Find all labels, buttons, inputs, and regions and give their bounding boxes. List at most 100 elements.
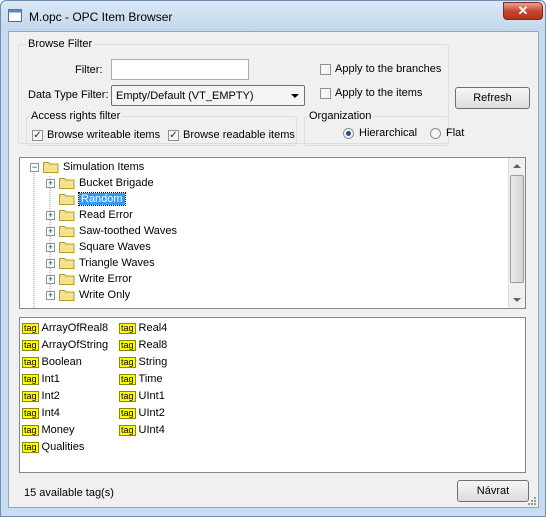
list-item[interactable]: tag Int2 — [22, 388, 60, 404]
expand-icon[interactable]: + — [46, 226, 55, 236]
folder-icon — [59, 290, 75, 301]
window: M.opc - OPC Item Browser ✕ Browse Filter… — [0, 0, 546, 517]
tag-icon: tag — [22, 390, 39, 402]
flat-radio[interactable]: Flat — [430, 127, 464, 139]
browse-writeable-label: Browse writeable items — [47, 129, 161, 141]
browse-filter-label: Browse Filter — [26, 38, 95, 50]
tag-list[interactable]: tag ArrayOfReal8 tag ArrayOfString tag Bool… — [19, 317, 526, 473]
tag-icon: tag — [119, 339, 136, 351]
data-type-filter-select[interactable]: Empty/Default (VT_EMPTY) — [111, 85, 305, 106]
tag-icon: tag — [119, 390, 136, 402]
list-item[interactable]: tag Qualities — [22, 439, 84, 455]
browse-writeable-checkbox[interactable]: ✓ Browse writeable items — [32, 129, 160, 141]
back-button[interactable]: Návrat — [457, 480, 529, 502]
tag-icon: tag — [119, 424, 136, 436]
list-item[interactable]: tag UInt2 — [119, 405, 165, 421]
list-item[interactable]: tag UInt4 — [119, 422, 165, 438]
tag-icon: tag — [22, 322, 39, 334]
organization-label: Organization — [307, 110, 374, 122]
scroll-up-icon[interactable] — [513, 164, 521, 168]
folder-icon — [59, 242, 75, 253]
tree-node-bucket-brigade[interactable]: + Bucket Brigade — [46, 175, 154, 191]
checkbox-box[interactable] — [320, 63, 331, 75]
tag-icon: tag — [119, 322, 136, 334]
hierarchical-label: Hierarchical — [359, 127, 418, 139]
tag-icon: tag — [119, 407, 136, 419]
list-item[interactable]: tag String — [119, 354, 167, 370]
list-item[interactable]: tag Real4 — [119, 320, 167, 336]
tree-node-saw-toothed-waves[interactable]: + Saw-toothed Waves — [46, 223, 177, 239]
apply-branches-label: Apply to the branches — [335, 63, 442, 75]
refresh-button[interactable]: Refresh — [455, 87, 530, 109]
folder-open-icon — [59, 194, 75, 205]
list-item[interactable]: tag Int1 — [22, 371, 60, 387]
tree-node-root[interactable]: − Simulation Items — [30, 159, 144, 175]
folder-icon — [59, 226, 75, 237]
checkmark-icon[interactable]: ✓ — [32, 129, 43, 141]
radio-selected-icon[interactable] — [343, 127, 354, 139]
checkbox-box[interactable] — [320, 87, 331, 99]
collapse-icon[interactable]: − — [30, 162, 39, 172]
namespace-tree[interactable]: − Simulation Items + Bucket Brigade Rand… — [19, 157, 526, 309]
tree-node-label: Simulation Items — [63, 161, 145, 173]
tree-vertical-scrollbar[interactable] — [508, 158, 525, 308]
tree-node-label: Saw-toothed Waves — [79, 225, 178, 237]
list-item[interactable]: tag Money — [22, 422, 75, 438]
tree-node-label: Bucket Brigade — [79, 177, 154, 189]
expand-icon[interactable]: + — [46, 178, 55, 188]
scroll-down-icon[interactable] — [513, 298, 521, 302]
tag-icon: tag — [22, 373, 39, 385]
tree-node-label: Triangle Waves — [79, 257, 155, 269]
filter-input[interactable] — [111, 59, 249, 80]
tree-node-label: Square Waves — [79, 241, 151, 253]
data-type-filter-label: Data Type Filter: — [28, 89, 109, 101]
apply-items-label: Apply to the items — [335, 87, 423, 99]
close-button[interactable]: ✕ — [503, 2, 543, 20]
list-item[interactable]: tag ArrayOfString — [22, 337, 108, 353]
browse-readable-label: Browse readable items — [183, 129, 295, 141]
expand-icon[interactable]: + — [46, 274, 55, 284]
tag-icon: tag — [22, 441, 39, 453]
browse-readable-checkbox[interactable]: ✓ Browse readable items — [168, 129, 295, 141]
radio-unselected-icon[interactable] — [430, 127, 441, 139]
folder-icon — [59, 258, 75, 269]
app-window-icon — [8, 9, 22, 22]
tree-node-write-only[interactable]: + Write Only — [46, 287, 130, 303]
list-item[interactable]: tag UInt1 — [119, 388, 165, 404]
window-title: M.opc - OPC Item Browser — [29, 10, 173, 24]
folder-open-icon — [43, 162, 59, 173]
dialog-client-area: Browse Filter Filter: Data Type Filter: … — [8, 31, 539, 508]
expand-icon[interactable]: + — [46, 210, 55, 220]
flat-label: Flat — [446, 127, 465, 139]
scroll-thumb[interactable] — [510, 175, 524, 283]
folder-icon — [59, 178, 75, 189]
status-text: 15 available tag(s) — [24, 487, 114, 499]
access-rights-label: Access rights filter — [29, 110, 123, 122]
tree-node-random[interactable]: Random — [46, 191, 126, 207]
tree-node-label: Write Only — [79, 289, 131, 301]
tree-node-label: Read Error — [79, 209, 133, 221]
tag-icon: tag — [22, 407, 39, 419]
data-type-filter-value: Empty/Default (VT_EMPTY) — [116, 90, 254, 102]
tree-node-read-error[interactable]: + Read Error — [46, 207, 133, 223]
expand-icon[interactable]: + — [46, 242, 55, 252]
list-item[interactable]: tag ArrayOfReal8 — [22, 320, 108, 336]
hierarchical-radio[interactable]: Hierarchical — [343, 127, 417, 139]
expand-icon[interactable]: + — [46, 290, 55, 300]
tree-node-square-waves[interactable]: + Square Waves — [46, 239, 151, 255]
apply-branches-checkbox[interactable]: Apply to the branches — [320, 63, 441, 75]
title-bar[interactable]: M.opc - OPC Item Browser ✕ — [1, 1, 545, 31]
expand-icon[interactable]: + — [46, 258, 55, 268]
tag-icon: tag — [119, 373, 136, 385]
resize-grip-icon[interactable] — [527, 496, 537, 506]
list-item[interactable]: tag Int4 — [22, 405, 60, 421]
checkmark-icon[interactable]: ✓ — [168, 129, 179, 141]
tree-node-write-error[interactable]: + Write Error — [46, 271, 132, 287]
filter-label: Filter: — [75, 64, 103, 76]
list-item[interactable]: tag Boolean — [22, 354, 82, 370]
apply-items-checkbox[interactable]: Apply to the items — [320, 87, 422, 99]
tree-node-triangle-waves[interactable]: + Triangle Waves — [46, 255, 155, 271]
list-item[interactable]: tag Real8 — [119, 337, 167, 353]
list-item[interactable]: tag Time — [119, 371, 163, 387]
tag-icon: tag — [22, 356, 39, 368]
